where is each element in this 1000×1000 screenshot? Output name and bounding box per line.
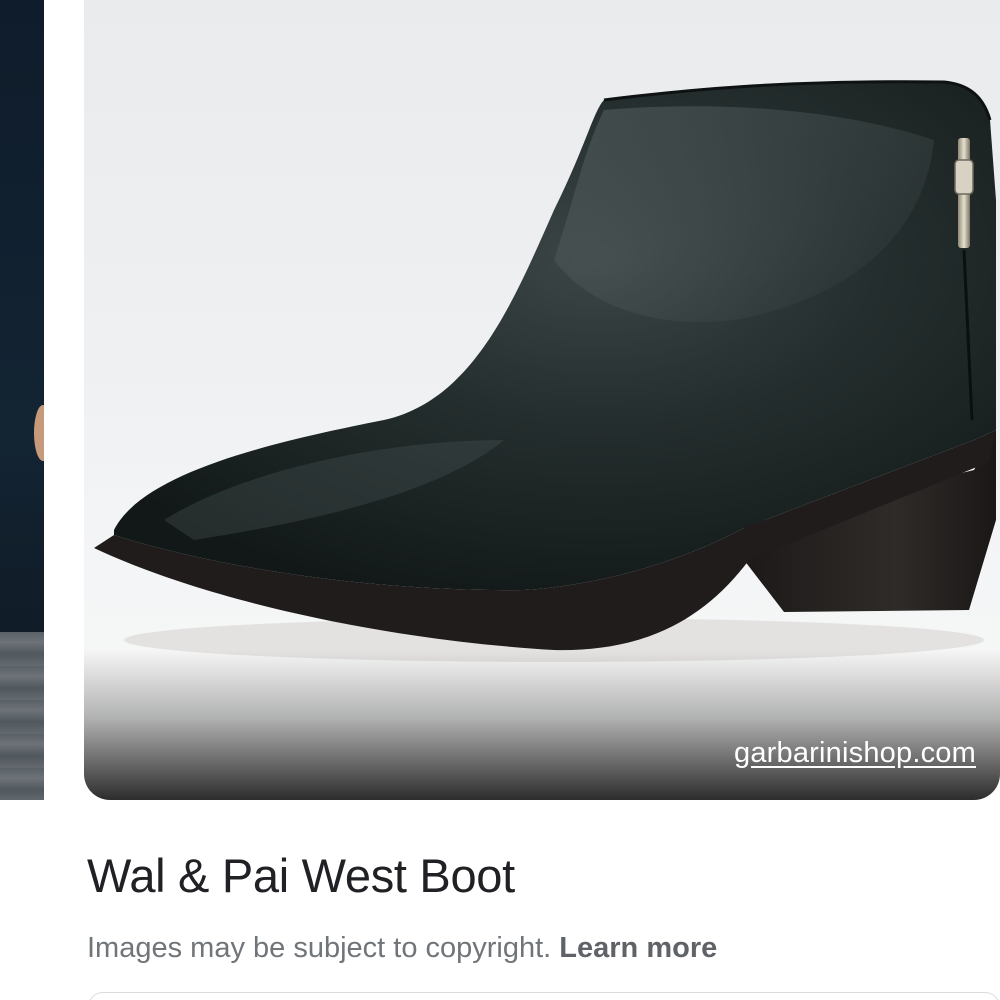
source-domain-link[interactable]: garbarinishop.com — [734, 737, 976, 770]
copyright-notice: Images may be subject to copyright. Lear… — [87, 932, 717, 965]
copyright-text: Images may be subject to copyright. — [87, 932, 552, 964]
image-caption-gradient — [84, 650, 1000, 800]
image-viewer: garbarinishop.com Wal & Pai West Boot Im… — [0, 0, 1000, 1000]
previous-image-floor — [0, 632, 44, 800]
next-section-outline — [88, 992, 1000, 1000]
previous-image-hand — [34, 405, 44, 461]
main-image-card[interactable]: garbarinishop.com — [84, 0, 1000, 800]
previous-image-card[interactable] — [0, 0, 44, 800]
result-title[interactable]: Wal & Pai West Boot — [87, 848, 515, 903]
learn-more-link[interactable]: Learn more — [559, 932, 717, 964]
